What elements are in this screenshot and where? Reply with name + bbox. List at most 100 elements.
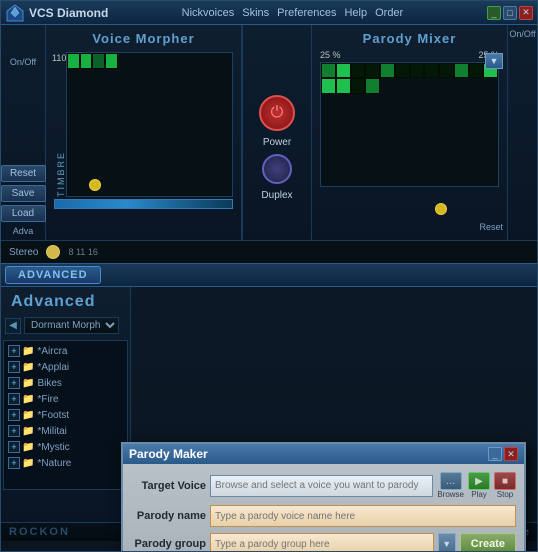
stereo-indicator (46, 245, 60, 259)
menu-nickvoices[interactable]: Nickvoices (182, 7, 235, 19)
menu-skins[interactable]: Skins (242, 7, 269, 19)
app-window: VCS Diamond Nickvoices Skins Preferences… (0, 0, 538, 552)
close-window-button[interactable]: ✕ (519, 6, 533, 20)
expand-icon[interactable]: + (8, 441, 20, 453)
reset-button[interactable]: Reset (1, 165, 46, 182)
parody-group-label: Parody group (131, 538, 206, 550)
dialog-body: Target Voice … Browse ▶ Play ■ (123, 464, 524, 552)
expand-icon[interactable]: + (8, 393, 20, 405)
menu-order[interactable]: Order (375, 7, 403, 19)
target-stop-button[interactable]: ■ Stop (494, 472, 516, 499)
menu-preferences[interactable]: Preferences (277, 7, 336, 19)
center-controls: ⏻ Power Duplex (242, 25, 312, 240)
stereo-label: Stereo (9, 247, 38, 258)
tree-item-label: Bikes (37, 378, 61, 389)
folder-icon: 📁 (22, 458, 34, 469)
minimize-button[interactable]: _ (487, 6, 501, 20)
tree-item-mystic[interactable]: + 📁 *Mystic (6, 439, 125, 455)
mixer-grid (320, 62, 499, 187)
advanced-section-title: Advanced (3, 289, 128, 315)
duplex-label: Duplex (261, 190, 292, 201)
advanced-toggle-button[interactable]: ADVANCED (5, 266, 101, 284)
adva-label: Adva (13, 226, 34, 236)
expand-icon[interactable]: + (8, 409, 20, 421)
expand-icon[interactable]: + (8, 361, 20, 373)
parody-group-input[interactable] (210, 533, 434, 552)
tree-item-label: *Nature (37, 458, 71, 469)
menu-help[interactable]: Help (344, 7, 367, 19)
parody-maker-dialog: Parody Maker _ ✕ Target Voice … Browse (121, 442, 526, 552)
tree-item-footst[interactable]: + 📁 *Footst (6, 407, 125, 423)
play-icon: ▶ (468, 472, 490, 490)
folder-icon: 📁 (22, 442, 34, 453)
expand-icon[interactable]: + (8, 345, 20, 357)
dialog-close-button[interactable]: ✕ (504, 447, 518, 461)
maximize-button[interactable]: □ (503, 6, 517, 20)
brand-label: ROCKON (9, 526, 70, 538)
mixer-dropdown-button[interactable]: ▼ (485, 53, 503, 69)
parody-name-label: Parody name (131, 510, 206, 522)
tree-item-label: *Footst (37, 410, 69, 421)
tree-item-military[interactable]: + 📁 *Militai (6, 423, 125, 439)
mixer-reset-label: Reset (479, 222, 503, 232)
advanced-btn-bar: ADVANCED (1, 263, 537, 287)
dialog-minimize-button[interactable]: _ (488, 447, 502, 461)
folder-icon: 📁 (22, 378, 34, 389)
group-dropdown-button[interactable]: ▼ (438, 533, 456, 552)
target-voice-input[interactable] (210, 475, 433, 497)
voice-morpher-title: Voice Morpher (50, 29, 237, 50)
morpher-marker[interactable] (89, 179, 101, 191)
tree-list: + 📁 *Aircra + 📁 *Applai + 📁 Bikes + 📁 (3, 340, 128, 490)
dialog-title-bar: Parody Maker _ ✕ (123, 444, 524, 464)
load-button[interactable]: Load (1, 205, 46, 222)
tree-item-label: *Applai (37, 362, 69, 373)
timbre-label: TIMBRE (54, 52, 66, 197)
tree-item-aircraft[interactable]: + 📁 *Aircra (6, 343, 125, 359)
tree-item-label: *Fire (37, 394, 58, 405)
mixer-marker[interactable] (435, 203, 447, 215)
parody-mixer-title: Parody Mixer (316, 29, 503, 50)
folder-icon: 📁 (22, 362, 34, 373)
dialog-title: Parody Maker (129, 447, 208, 461)
tree-item-nature[interactable]: + 📁 *Nature (6, 455, 125, 471)
expand-icon[interactable]: + (8, 425, 20, 437)
target-play-button[interactable]: ▶ Play (468, 472, 490, 499)
stop-icon: ■ (494, 472, 516, 490)
app-title: VCS Diamond (29, 6, 182, 20)
browse-icon: … (440, 472, 462, 490)
play-label: Play (471, 490, 487, 499)
stop-label: Stop (497, 490, 513, 499)
morph-dropdown[interactable]: Dormant Morph (24, 317, 119, 334)
create-button[interactable]: Create (460, 533, 516, 552)
tree-item-applai[interactable]: + 📁 *Applai (6, 359, 125, 375)
parody-name-input[interactable] (210, 505, 516, 527)
parody-name-row: Parody name (131, 505, 516, 527)
folder-icon: 📁 (22, 394, 34, 405)
tree-item-fire[interactable]: + 📁 *Fire (6, 391, 125, 407)
morpher-bar[interactable] (54, 199, 233, 209)
window-controls: _ □ ✕ (487, 6, 533, 20)
parody-group-row: Parody group ▼ Create (131, 533, 516, 552)
browse-label: Browse (437, 490, 464, 499)
title-bar: VCS Diamond Nickvoices Skins Preferences… (1, 1, 537, 25)
duplex-button[interactable] (262, 154, 292, 184)
folder-icon: 📁 (22, 426, 34, 437)
folder-icon: 📁 (22, 410, 34, 421)
tree-item-bikes[interactable]: + 📁 Bikes (6, 375, 125, 391)
target-browse-button[interactable]: … Browse (437, 472, 464, 499)
tree-item-label: *Aircra (37, 346, 67, 357)
dialog-window-controls: _ ✕ (488, 447, 518, 461)
menu-bar: Nickvoices Skins Preferences Help Order (182, 7, 487, 19)
mixer-percent-left: 25 % (320, 50, 341, 60)
tree-item-label: *Mystic (37, 442, 69, 453)
folder-icon: 📁 (22, 346, 34, 357)
app-logo-icon (5, 3, 25, 23)
on-off-left-label: On/Off (10, 57, 36, 67)
target-voice-row: Target Voice … Browse ▶ Play ■ (131, 472, 516, 499)
expand-icon[interactable]: + (8, 457, 20, 469)
expand-icon[interactable]: + (8, 377, 20, 389)
power-button[interactable]: ⏻ (259, 95, 295, 131)
save-button[interactable]: Save (1, 185, 46, 202)
browse-play-stop-row: … Browse ▶ Play ■ Stop (437, 472, 516, 499)
morph-expand-icon[interactable]: ◀ (5, 318, 21, 334)
